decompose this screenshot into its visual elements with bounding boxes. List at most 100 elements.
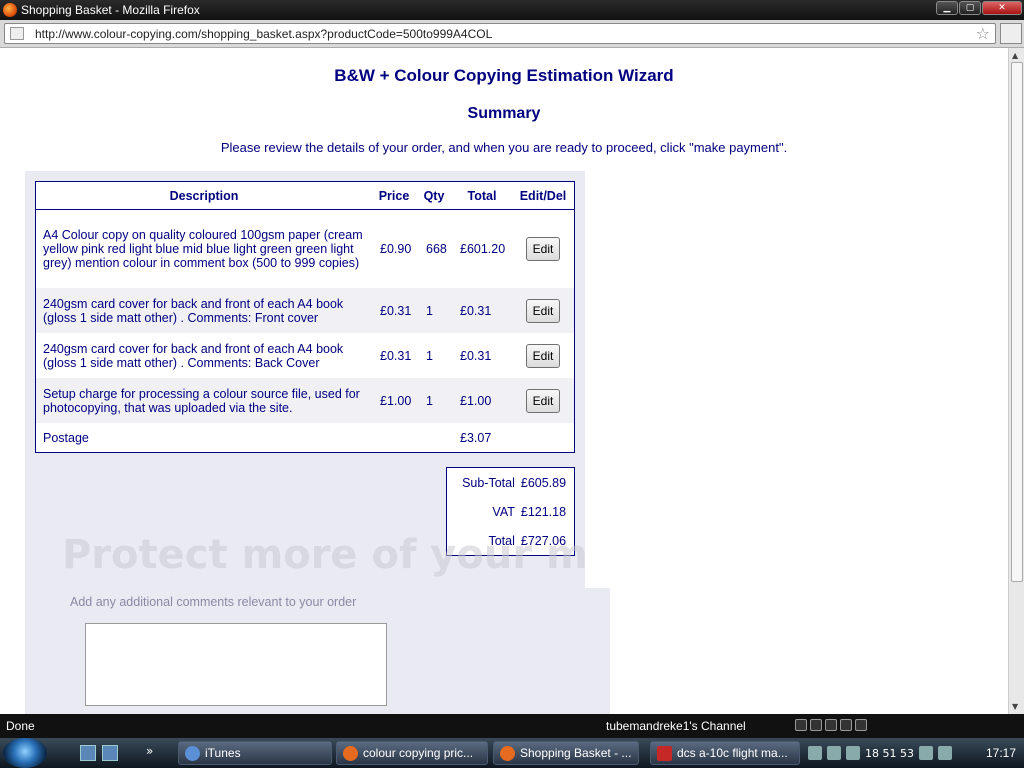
task-label: dcs a-10c flight ma... (677, 746, 788, 760)
comments-field[interactable] (85, 623, 387, 706)
postage-row: Postage £3.07 (36, 423, 574, 452)
chevron-right-icon[interactable]: » (146, 744, 153, 758)
table-row: 240gsm card cover for back and front of … (36, 333, 574, 378)
tray-app-icon[interactable] (827, 746, 841, 760)
row-description: 240gsm card cover for back and front of … (43, 296, 344, 325)
intro-text: Please review the details of your order,… (220, 140, 788, 155)
taskbar-item-firefox-1[interactable]: colour copying pric... (336, 741, 488, 765)
close-button[interactable]: ✕ (982, 1, 1022, 15)
page-title: B&W + Colour Copying Estimation Wizard (334, 66, 674, 85)
tray-numbers: 18 51 53 (865, 746, 914, 760)
row-price: £0.31 (380, 348, 412, 363)
vertical-scrollbar[interactable]: ▲ ▼ (1008, 48, 1024, 714)
page-viewport: B&W + Colour Copying Estimation Wizard S… (0, 48, 1008, 714)
header-price: Price (378, 188, 410, 203)
basket-table: Description Price Qty Total Edit/Del A4 … (35, 181, 575, 453)
taskbar-item-firefox-2[interactable]: Shopping Basket - ... (493, 741, 639, 765)
watermark-text: Protect more of your m (62, 532, 588, 578)
row-price: £0.31 (380, 303, 412, 318)
row-price: £0.90 (380, 242, 412, 256)
next-icon[interactable] (840, 719, 852, 731)
row-qty: 1 (426, 393, 433, 408)
subtotal-value: £605.89 (520, 475, 567, 490)
vat-row: VAT £121.18 (447, 497, 574, 526)
header-total: Total (467, 188, 497, 203)
row-qty: 668 (426, 242, 447, 256)
taskbar-item-pdf[interactable]: dcs a-10c flight ma... (650, 741, 800, 765)
row-total: £0.31 (460, 348, 492, 363)
pdf-icon (657, 746, 672, 761)
task-label: colour copying pric... (363, 746, 474, 760)
youtube-icon[interactable] (795, 719, 807, 731)
row-qty: 1 (426, 348, 433, 363)
channel-toolbar[interactable]: tubemandreke1's Channel (578, 717, 758, 735)
basket-header-row: Description Price Qty Total Edit/Del (36, 182, 574, 210)
window-title: Shopping Basket - Mozilla Firefox (21, 3, 200, 17)
task-label: iTunes (205, 746, 241, 760)
taskbar-item-itunes[interactable]: iTunes (178, 741, 332, 765)
edit-button[interactable]: Edit (526, 237, 560, 261)
postage-label: Postage (43, 430, 89, 445)
comments-label: Add any additional comments relevant to … (70, 595, 357, 609)
page-subtitle: Summary (467, 105, 541, 122)
start-button[interactable] (3, 738, 47, 768)
header-edit: Edit/Del (519, 188, 567, 203)
system-tray: 18 51 53 (808, 744, 952, 762)
address-bar: http://www.colour-copying.com/shopping_b… (0, 20, 1024, 48)
firefox-icon (343, 746, 358, 761)
url-text[interactable]: http://www.colour-copying.com/shopping_b… (35, 27, 492, 41)
header-description: Description (169, 188, 239, 203)
minimize-button[interactable]: ▁ (936, 1, 958, 15)
table-row: A4 Colour copy on quality coloured 100gs… (36, 210, 574, 288)
edit-button[interactable]: Edit (526, 343, 560, 368)
search-engine-button[interactable] (1000, 23, 1022, 44)
window-controls: ▁ ▢ ✕ (936, 1, 1022, 17)
table-row: Setup charge for processing a colour sou… (36, 378, 574, 423)
row-qty: 1 (426, 303, 433, 318)
firefox-icon (3, 3, 17, 17)
tray-app-icon[interactable] (808, 746, 822, 760)
subtotal-label: Sub-Total (462, 475, 515, 490)
scroll-thumb[interactable] (1011, 62, 1023, 582)
table-row: 240gsm card cover for back and front of … (36, 288, 574, 333)
row-total: £601.20 (460, 242, 506, 256)
scroll-up-icon[interactable]: ▲ (1012, 51, 1018, 60)
clock[interactable]: 17:17 (986, 746, 1016, 760)
previous-icon[interactable] (810, 719, 822, 731)
tray-app-icon[interactable] (846, 746, 860, 760)
star-icon[interactable]: ☆ (976, 24, 990, 43)
play-icon[interactable] (825, 719, 837, 731)
edit-button[interactable]: Edit (526, 388, 560, 413)
postage-total: £3.07 (460, 430, 492, 445)
itunes-icon (185, 746, 200, 761)
channel-label: tubemandreke1's Channel (606, 719, 746, 733)
url-field[interactable]: http://www.colour-copying.com/shopping_b… (4, 23, 996, 44)
row-total: £1.00 (460, 393, 492, 408)
site-icon (10, 27, 24, 40)
row-description: 240gsm card cover for back and front of … (43, 341, 344, 370)
window-titlebar: Shopping Basket - Mozilla Firefox ▁ ▢ ✕ (0, 0, 1024, 20)
header-qty: Qty (423, 188, 445, 203)
row-price: £1.00 (380, 393, 412, 408)
media-controls (795, 719, 867, 731)
firefox-icon (500, 746, 515, 761)
quick-launch (80, 745, 118, 761)
vat-label: VAT (492, 504, 515, 519)
switch-windows-icon[interactable] (102, 745, 118, 761)
speaker-icon[interactable] (937, 746, 952, 760)
row-total: £0.31 (460, 303, 492, 318)
status-text: Done (6, 719, 35, 733)
row-description: Setup charge for processing a colour sou… (43, 386, 360, 415)
status-bar: Done tubemandreke1's Channel (0, 714, 1024, 738)
taskbar: » iTunes colour copying pric... Shopping… (0, 738, 1024, 768)
row-description: A4 Colour copy on quality coloured 100gs… (43, 228, 363, 270)
edit-button[interactable]: Edit (526, 298, 560, 323)
subtotal-row: Sub-Total £605.89 (447, 468, 574, 497)
network-icon[interactable] (918, 746, 933, 760)
task-label: Shopping Basket - ... (520, 746, 632, 760)
volume-icon[interactable] (855, 719, 867, 731)
vat-value: £121.18 (520, 504, 567, 519)
scroll-down-icon[interactable]: ▼ (1012, 702, 1018, 711)
show-desktop-icon[interactable] (80, 745, 96, 761)
maximize-button[interactable]: ▢ (959, 1, 981, 15)
